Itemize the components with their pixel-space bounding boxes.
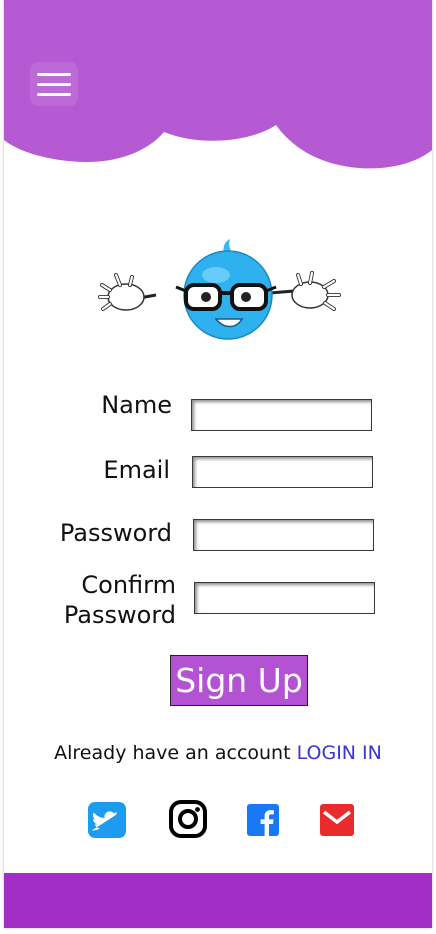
right-hand-icon [269, 271, 341, 311]
confirm-password-label: Confirm Password [44, 570, 176, 630]
email-input[interactable] [192, 456, 373, 488]
mail-icon[interactable] [320, 804, 354, 836]
email-label: Email [103, 456, 170, 484]
password-label: Password [59, 519, 172, 547]
hamburger-menu-icon [37, 72, 71, 76]
facebook-icon[interactable] [247, 804, 279, 836]
menu-button[interactable] [30, 62, 78, 106]
instagram-icon[interactable] [168, 800, 208, 838]
password-input[interactable] [193, 519, 374, 551]
signup-screen: Name Email Password Confirm Password Sig… [4, 0, 432, 928]
confirm-password-input[interactable] [194, 582, 375, 614]
hamburger-menu-icon-line [37, 82, 71, 86]
login-prompt-text: Already have an account [54, 742, 291, 764]
signup-button[interactable]: Sign Up [170, 655, 308, 706]
left-hand-icon [98, 273, 157, 311]
hamburger-menu-icon-line [37, 92, 71, 96]
login-prompt: Already have an account LOGIN IN [4, 742, 432, 764]
footer-bar [4, 873, 432, 928]
confirm-label-line2: Password [63, 601, 176, 629]
name-label: Name [101, 391, 172, 419]
login-link[interactable]: LOGIN IN [297, 742, 382, 764]
confirm-label-line1: Confirm [81, 571, 176, 599]
name-input[interactable] [191, 399, 372, 431]
mascot-icon [98, 239, 341, 340]
header-cloud [4, 0, 432, 175]
twitter-icon[interactable] [88, 802, 126, 838]
